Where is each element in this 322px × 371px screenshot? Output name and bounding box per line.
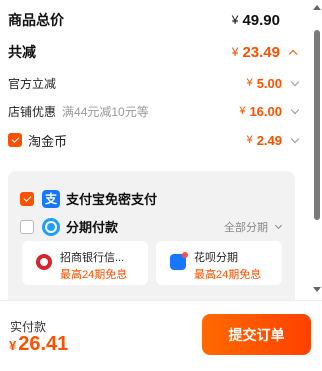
total-discount-amount: 23.49: [242, 43, 280, 61]
actual-payment-amount: 26.41: [18, 333, 69, 355]
alipay-checkbox[interactable]: [20, 191, 34, 206]
currency-symbol: ¥: [246, 77, 253, 89]
installment-card-promo: 最高24期免息: [194, 269, 262, 281]
installment-card-cmb[interactable]: 招商银行信... 最高24期免息: [22, 241, 148, 285]
taojinbi-value: ¥ 2.49: [246, 132, 300, 148]
scroll-down-arrow-icon[interactable]: [313, 287, 321, 292]
chevron-down-icon[interactable]: [290, 105, 300, 114]
chevron-down-icon[interactable]: [290, 77, 300, 86]
order-summary: 商品总价 ¥ 49.90 共减 ¥ 23.49 官方立减 ¥ 5.00 店铺优惠…: [0, 0, 310, 300]
taojinbi-checkbox[interactable]: [8, 133, 22, 147]
chevron-down-icon: [274, 221, 283, 230]
official-discount-row[interactable]: 官方立减 ¥ 5.00: [0, 72, 310, 94]
official-discount-label: 官方立减: [8, 76, 57, 91]
total-price-label: 商品总价: [8, 12, 64, 28]
installment-label: 分期付款: [66, 220, 119, 235]
shop-discount-amount: 16.00: [249, 103, 282, 119]
shop-discount-label: 店铺优惠 满44元减10元等: [8, 103, 149, 120]
cmb-bank-icon: [36, 254, 52, 270]
installment-card-name: 招商银行信...: [60, 252, 125, 264]
installment-icon: [42, 217, 60, 236]
huabei-icon: [170, 252, 188, 270]
currency-symbol: ¥: [239, 105, 246, 117]
all-installments-label: 全部分期: [224, 222, 268, 234]
total-discount-label: 共减: [8, 44, 36, 60]
taojinbi-label: 淘金币: [8, 131, 67, 150]
alipay-label: 支付宝免密支付: [66, 192, 158, 207]
scrollbar-thumb[interactable]: [314, 30, 320, 220]
total-price-value: ¥ 49.90: [232, 12, 280, 29]
scroll-up-arrow-icon[interactable]: [313, 5, 321, 10]
currency-symbol: ¥: [246, 134, 253, 146]
taojinbi-row[interactable]: 淘金币 ¥ 2.49: [0, 129, 310, 151]
actual-payment-value: ¥ 26.41: [9, 333, 68, 356]
currency-symbol: ¥: [9, 338, 17, 353]
payment-method-panel: 支 支付宝免密支付 分期付款 全部分期 招商银行信... 最高24期免息 花呗分…: [8, 171, 295, 300]
checkout-footer: 实付款 ¥ 26.41 提交订单: [0, 301, 322, 371]
chevron-down-icon[interactable]: [290, 134, 300, 143]
alipay-option[interactable]: 支 支付宝免密支付: [20, 189, 157, 208]
shop-discount-row[interactable]: 店铺优惠 满44元减10元等 ¥ 16.00: [0, 100, 310, 122]
taojinbi-text: 淘金币: [28, 133, 68, 149]
shop-discount-title: 店铺优惠: [8, 104, 57, 119]
taojinbi-amount: 2.49: [256, 132, 282, 148]
vertical-scrollbar[interactable]: [311, 0, 322, 300]
shop-discount-value: ¥ 16.00: [239, 103, 300, 119]
alipay-icon: 支: [42, 189, 60, 208]
official-discount-value: ¥ 5.00: [246, 75, 300, 91]
total-price-row: 商品总价 ¥ 49.90: [0, 8, 310, 32]
submit-order-button[interactable]: 提交订单: [202, 314, 311, 355]
all-installments-link[interactable]: 全部分期: [224, 219, 283, 235]
installment-card-huabei[interactable]: 花呗分期 最高24期免息: [156, 241, 282, 285]
installment-checkbox[interactable]: [20, 219, 34, 234]
chevron-up-icon[interactable]: [288, 49, 298, 58]
installment-option[interactable]: 分期付款: [20, 217, 118, 236]
installment-card-promo: 最高24期免息: [60, 269, 128, 281]
official-discount-amount: 5.00: [256, 75, 282, 91]
currency-symbol: ¥: [231, 45, 239, 59]
total-price-amount: 49.90: [242, 11, 280, 29]
currency-symbol: ¥: [231, 13, 239, 27]
total-discount-value: ¥ 23.49: [231, 43, 298, 61]
total-discount-row[interactable]: 共减 ¥ 23.49: [0, 40, 310, 64]
shop-discount-hint: 满44元减10元等: [62, 104, 149, 119]
installment-card-name: 花呗分期: [194, 252, 238, 264]
